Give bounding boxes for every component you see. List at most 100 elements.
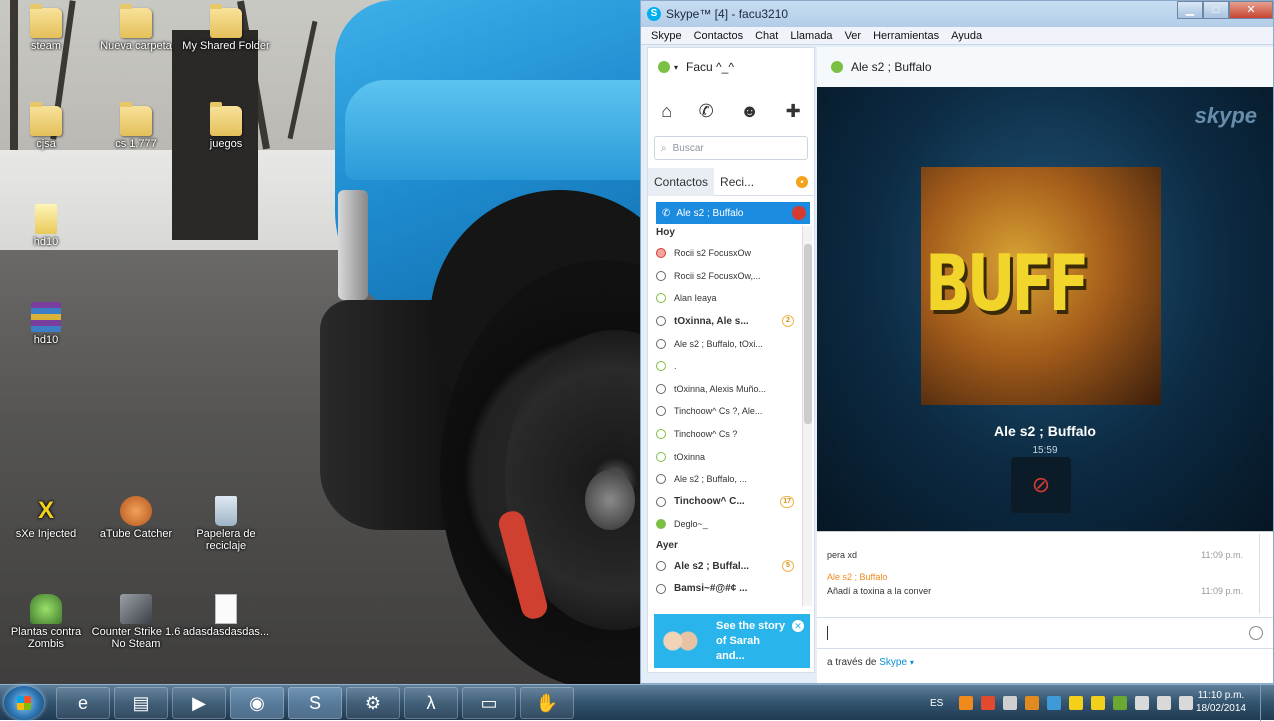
desktop-icon-steam[interactable]: steam [0, 4, 92, 52]
tray-app-icon[interactable] [959, 696, 974, 710]
desktop-icon-label: cjsa [36, 138, 56, 150]
desktop-icon-text-file[interactable]: adasdasdasdas... [180, 594, 272, 638]
menu-skype[interactable]: Skype [651, 30, 682, 42]
list-item-name: Tinchoow^ Cs ? [674, 429, 738, 440]
menu-ver[interactable]: Ver [845, 30, 862, 42]
desktop-icon-hd10-archive[interactable]: hd10 [0, 302, 92, 346]
menu-herramientas[interactable]: Herramientas [873, 30, 939, 42]
desktop-icon-my-shared-folder[interactable]: My Shared Folder [180, 4, 272, 52]
language-indicator[interactable]: ES [930, 698, 943, 709]
list-item[interactable]: Tinchoow^ Cs ? [648, 423, 798, 446]
list-item[interactable]: Rocii s2 FocusxOw [648, 242, 798, 265]
search-input[interactable]: ⌕ Buscar [654, 136, 808, 160]
desktop-icon-plantas-contra-zombis[interactable]: Plantas contra Zombis [0, 594, 92, 650]
message-scrollbar[interactable] [1259, 534, 1269, 614]
end-call-icon[interactable] [792, 206, 806, 220]
list-item[interactable]: Deglo~_ [648, 513, 798, 536]
show-desktop-button[interactable] [1260, 685, 1274, 721]
desktop-icon-recycle-bin[interactable]: Papelera de reciclaje [180, 496, 272, 552]
tab-recientes[interactable]: Reci... [714, 168, 760, 196]
phone-icon[interactable]: ✆ [699, 101, 714, 122]
list-item[interactable]: Tinchoow^ C... 17 [648, 491, 798, 514]
close-icon[interactable]: ✕ [792, 620, 804, 632]
message-text: Añadí a toxina a la conver [827, 586, 932, 596]
profile-status[interactable]: ▾ Facu ^_^ [648, 48, 814, 86]
sxe-tray-icon[interactable] [1091, 696, 1106, 710]
desktop-icon-nueva-carpeta[interactable]: Nueva carpeta [90, 4, 182, 52]
clock[interactable]: 11:10 p.m. 18/02/2014 [1196, 689, 1246, 715]
desktop-icon-hd10-file[interactable]: hd10 [0, 204, 92, 248]
tray-app-icon[interactable] [1047, 696, 1062, 710]
folder-icon [120, 102, 152, 136]
list-item[interactable]: tOxinna, Ale s... 2 [648, 310, 798, 333]
list-item[interactable]: Ale s2 ; Buffalo, tOxi... [648, 332, 798, 355]
via-service-selector[interactable]: Skype [879, 657, 907, 668]
list-item[interactable]: tOxinna, Alexis Muño... [648, 378, 798, 401]
atube-catcher-icon[interactable]: ✋ [520, 687, 574, 719]
recent-scrollbar[interactable] [802, 226, 812, 606]
list-item[interactable]: . [648, 355, 798, 378]
desktop-icon-juegos[interactable]: juegos [180, 102, 272, 150]
tray-app-icon[interactable] [1113, 696, 1128, 710]
window-icon[interactable]: ▭ [462, 687, 516, 719]
flag-icon[interactable] [1135, 696, 1150, 710]
desktop-icon-label: My Shared Folder [182, 40, 270, 52]
chrome-icon[interactable]: ◉ [230, 687, 284, 719]
emoticon-icon[interactable] [1249, 626, 1263, 640]
tray-app-icon[interactable] [981, 696, 996, 710]
tray-app-icon[interactable] [1003, 696, 1018, 710]
conversation-title[interactable]: Ale s2 ; Buffalo [851, 60, 932, 74]
mute-microphone-button[interactable]: ⊘ [1011, 457, 1071, 513]
tray-app-icon[interactable] [1025, 696, 1040, 710]
skype-watermark: skype [1194, 103, 1257, 128]
start-button[interactable] [4, 686, 44, 720]
desktop-icon-counter-strike[interactable]: Counter Strike 1.6 No Steam [90, 594, 182, 650]
message-history: pera xd 11:09 p.m. Ale s2 ; Buffalo Añad… [817, 531, 1273, 617]
menu-llamada[interactable]: Llamada [790, 30, 832, 42]
title-bar[interactable]: S Skype™ [4] - facu3210 ▁ □ ✕ [641, 1, 1273, 27]
menu-contactos[interactable]: Contactos [694, 30, 744, 42]
search-placeholder: Buscar [672, 142, 704, 154]
list-item[interactable]: Bamsi~#@#¢ ... [648, 577, 798, 600]
media-player-icon[interactable]: ▶ [172, 687, 226, 719]
desktop-icon-label: Plantas contra Zombis [10, 626, 82, 650]
desktop-icon-sxe-injected[interactable]: X sXe Injected [0, 496, 92, 540]
minimize-button[interactable]: ▁ [1177, 1, 1203, 19]
counter-strike-icon [120, 594, 152, 624]
list-item[interactable]: Ale s2 ; Buffalo, ... [648, 468, 798, 491]
chevron-down-icon[interactable]: ▾ [674, 63, 678, 72]
menu-chat[interactable]: Chat [755, 30, 778, 42]
steam-icon[interactable]: ⚙ [346, 687, 400, 719]
promo-banner[interactable]: See the story of Sarah and... ✕ [654, 614, 810, 668]
list-item[interactable]: Rocii s2 FocusxOw,... [648, 265, 798, 288]
maximize-button[interactable]: □ [1203, 1, 1229, 19]
contacts-group-icon[interactable]: ☻ [740, 101, 759, 122]
message-input[interactable] [817, 617, 1273, 649]
desktop-icon-cs[interactable]: cs 1.777 [90, 102, 182, 150]
taskbar: e ▤ ▶ ◉ S ⚙ λ ▭ ✋ ES 11:10 p.m. 18/02/20… [0, 684, 1274, 721]
list-item[interactable]: Alan Ieaya [648, 287, 798, 310]
menu-ayuda[interactable]: Ayuda [951, 30, 982, 42]
add-contact-icon[interactable]: ✚ [786, 101, 801, 122]
list-item[interactable]: Ale s2 ; Buffal... 5 [648, 555, 798, 578]
tab-contactos[interactable]: Contactos [648, 167, 715, 196]
microphone-muted-icon: ⊘ [1031, 472, 1051, 497]
internet-explorer-icon[interactable]: e [56, 687, 110, 719]
tray-app-icon[interactable] [1069, 696, 1084, 710]
network-icon[interactable] [1157, 696, 1172, 710]
desktop-icon-cjsa[interactable]: cjsa [0, 102, 92, 150]
list-item[interactable]: tOxinna [648, 445, 798, 468]
chevron-down-icon[interactable]: ▾ [910, 658, 914, 667]
text-caret [827, 626, 828, 640]
desktop-icon-atube-catcher[interactable]: aTube Catcher [90, 496, 182, 540]
active-call-item[interactable]: ✆ Ale s2 ; Buffalo [656, 202, 810, 224]
message-time: 11:09 p.m. [1201, 550, 1243, 560]
list-item[interactable]: Tinchoow^ Cs ?, Ale... [648, 400, 798, 423]
home-icon[interactable]: ⌂ [661, 101, 672, 122]
half-life-icon[interactable]: λ [404, 687, 458, 719]
chat-status-icon [656, 316, 666, 327]
skype-icon[interactable]: S [288, 687, 342, 719]
explorer-folder-icon[interactable]: ▤ [114, 687, 168, 719]
close-button[interactable]: ✕ [1229, 1, 1273, 19]
volume-icon[interactable] [1179, 696, 1194, 710]
